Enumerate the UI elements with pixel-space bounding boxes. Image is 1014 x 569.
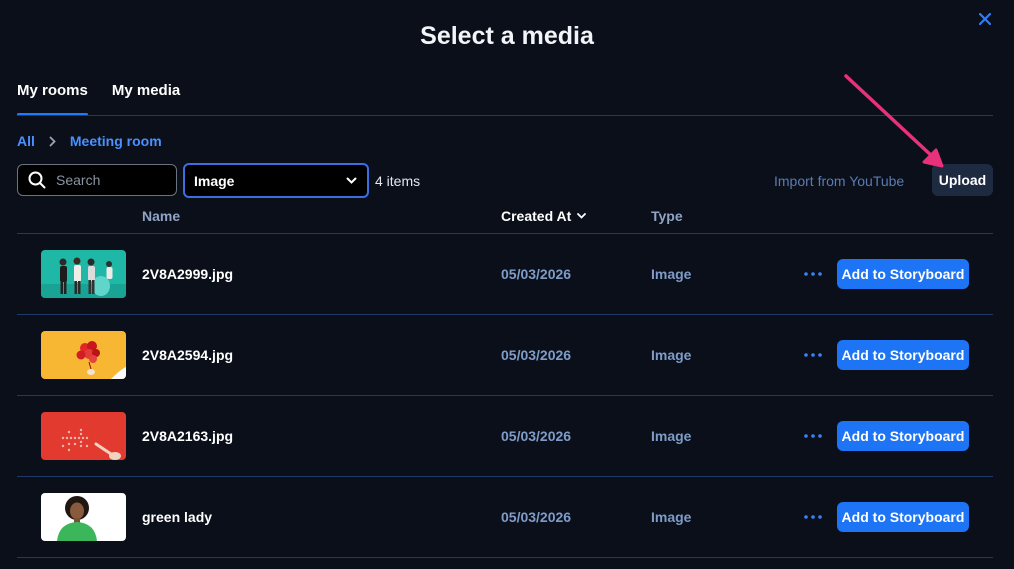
search-icon bbox=[28, 171, 46, 189]
media-type: Image bbox=[651, 266, 692, 282]
more-options-icon[interactable] bbox=[803, 426, 823, 446]
more-options-icon[interactable] bbox=[803, 507, 823, 527]
media-created-at: 05/03/2026 bbox=[501, 347, 572, 363]
search-box[interactable] bbox=[17, 164, 177, 196]
table-row[interactable]: 2V8A2999.jpg 05/03/2026 Image Add to Sto… bbox=[17, 234, 993, 315]
add-to-storyboard-button[interactable]: Add to Storyboard bbox=[837, 259, 969, 289]
media-type: Image bbox=[651, 509, 692, 525]
table-row[interactable]: green lady 05/03/2026 Image Add to Story… bbox=[17, 477, 993, 558]
media-created-at: 05/03/2026 bbox=[501, 266, 572, 282]
media-type: Image bbox=[651, 428, 692, 444]
media-type-value: Image bbox=[194, 172, 235, 189]
media-name: 2V8A2999.jpg bbox=[142, 266, 234, 282]
media-created-at: 05/03/2026 bbox=[501, 428, 572, 444]
media-thumbnail bbox=[41, 331, 126, 379]
media-list: 2V8A2999.jpg 05/03/2026 Image Add to Sto… bbox=[17, 234, 993, 558]
media-thumbnail bbox=[41, 493, 126, 541]
breadcrumb-all[interactable]: All bbox=[17, 133, 35, 149]
media-type-select[interactable]: Image bbox=[183, 163, 369, 198]
add-to-storyboard-button[interactable]: Add to Storyboard bbox=[837, 421, 969, 451]
import-youtube-link[interactable]: Import from YouTube bbox=[774, 173, 904, 189]
add-to-storyboard-button[interactable]: Add to Storyboard bbox=[837, 502, 969, 532]
table-row[interactable]: 2V8A2594.jpg 05/03/2026 Image Add to Sto… bbox=[17, 315, 993, 396]
sort-down-icon bbox=[577, 213, 587, 219]
tab-my-rooms[interactable]: My rooms bbox=[17, 82, 88, 116]
column-header-type: Type bbox=[651, 208, 683, 224]
tab-bar: My rooms My media bbox=[17, 82, 180, 116]
search-input[interactable] bbox=[56, 172, 156, 188]
tabs-divider bbox=[17, 115, 993, 116]
more-options-icon[interactable] bbox=[803, 264, 823, 284]
media-created-at: 05/03/2026 bbox=[501, 509, 572, 525]
chevron-down-icon bbox=[346, 177, 357, 184]
column-header-created-at[interactable]: Created At bbox=[501, 208, 587, 224]
media-name: green lady bbox=[142, 509, 213, 525]
upload-button[interactable]: Upload bbox=[932, 164, 993, 196]
more-options-icon[interactable] bbox=[803, 345, 823, 365]
table-row[interactable]: 2V8A2163.jpg 05/03/2026 Image Add to Sto… bbox=[17, 396, 993, 477]
media-name: 2V8A2594.jpg bbox=[142, 347, 234, 363]
media-thumbnail bbox=[41, 250, 126, 298]
column-header-created-at-label: Created At bbox=[501, 208, 572, 224]
breadcrumb: All Meeting room bbox=[17, 133, 162, 149]
tab-my-media[interactable]: My media bbox=[112, 82, 180, 116]
dialog-title: Select a media bbox=[420, 22, 594, 50]
breadcrumb-meeting-room[interactable]: Meeting room bbox=[70, 133, 162, 149]
item-count: 4 items bbox=[375, 173, 421, 189]
chevron-right-icon bbox=[49, 136, 56, 147]
media-thumbnail bbox=[41, 412, 126, 460]
media-name: 2V8A2163.jpg bbox=[142, 428, 234, 444]
add-to-storyboard-button[interactable]: Add to Storyboard bbox=[837, 340, 969, 370]
column-header-name: Name bbox=[142, 208, 181, 224]
media-type: Image bbox=[651, 347, 692, 363]
